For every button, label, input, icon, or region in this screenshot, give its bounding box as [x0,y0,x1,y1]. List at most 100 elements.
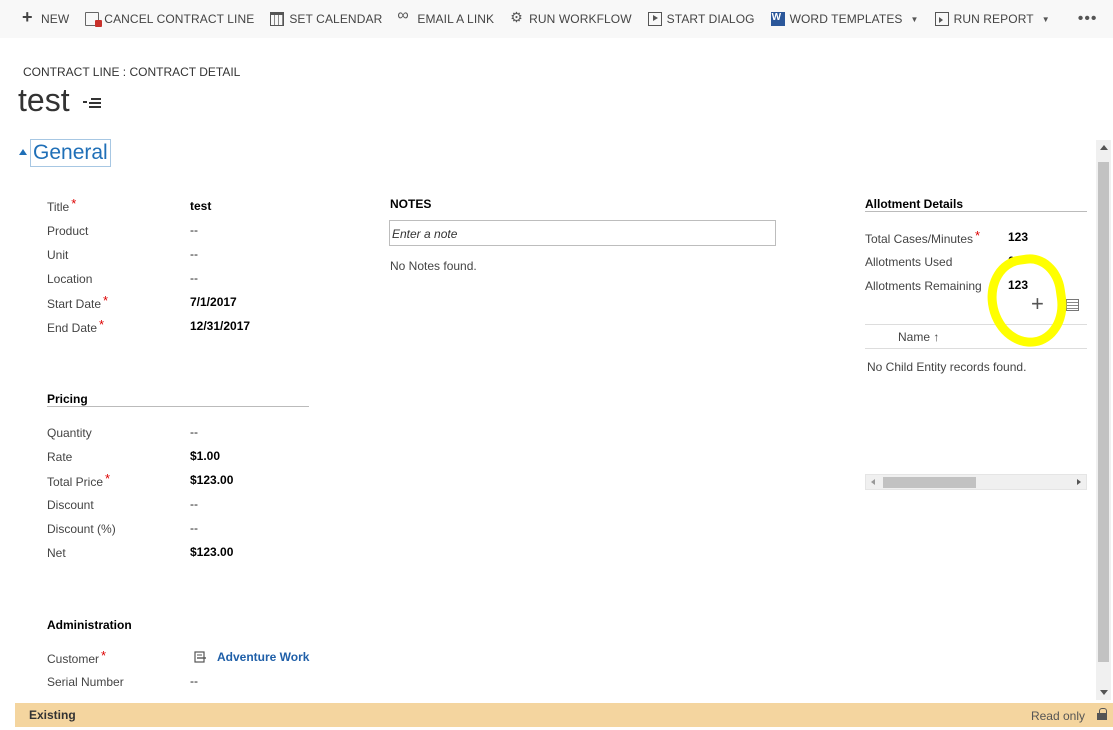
field-label-title: Title * [47,196,77,214]
link-icon [397,7,412,26]
field-value-location[interactable]: -- [190,271,198,285]
email-a-link-button[interactable]: EMAIL A LINK [390,0,502,38]
field-label-rate: Rate [47,450,73,464]
field-value-rate[interactable]: $1.00 [190,449,220,463]
required-icon: * [101,648,107,663]
label-text: Customer [47,652,100,666]
label-text: Start Date [47,297,102,311]
notes-empty-message: No Notes found. [390,259,477,273]
word-templates-button[interactable]: WORD TEMPLATES ▼ [763,0,927,38]
cancel-document-icon [85,12,103,27]
chevron-down-icon: ▼ [910,14,919,24]
cancel-contract-line-label: CANCEL CONTRACT LINE [104,12,255,26]
field-value-discount[interactable]: -- [190,497,198,511]
field-value-discount-percent[interactable]: -- [190,521,198,535]
menu-line [91,98,101,100]
calendar-icon [270,12,285,26]
run-workflow-button[interactable]: RUN WORKFLOW [502,0,640,38]
form-vertical-scrollbar[interactable] [1096,140,1111,700]
scroll-thumb[interactable] [883,477,976,488]
required-icon: * [975,228,981,243]
field-value-start-date[interactable]: 7/1/2017 [190,295,237,309]
required-icon: * [103,293,109,308]
scroll-up-icon[interactable] [1100,145,1108,150]
field-value-quantity[interactable]: -- [190,425,198,439]
field-label-discount-percent: Discount (%) [47,522,116,536]
form-selector-icon[interactable] [83,97,101,111]
administration-heading: Administration [47,618,132,632]
more-commands-button[interactable]: ••• [1058,0,1106,38]
record-status: Existing [29,708,76,722]
field-label-total-cases: Total Cases/Minutes * [865,228,981,246]
dialog-icon [647,12,662,26]
field-label-total-price: Total Price * [47,471,111,489]
field-value-end-date[interactable]: 12/31/2017 [190,319,250,333]
scroll-left-icon[interactable] [871,479,875,485]
menu-line [89,106,101,108]
new-button[interactable]: NEW [14,0,77,38]
grid-column-name[interactable]: Name ↑ [898,330,939,344]
field-value-serial-number[interactable]: -- [190,674,198,688]
required-icon: * [105,471,111,486]
breadcrumb: CONTRACT LINE : CONTRACT DETAIL [23,65,241,79]
customer-link[interactable]: Adventure Works (sample) [217,650,310,664]
required-icon: * [99,317,105,332]
field-label-unit: Unit [47,248,69,262]
field-value-total-cases[interactable]: 123 [1008,230,1028,244]
view-grid-icon[interactable] [1066,299,1079,311]
field-label-serial-number: Serial Number [47,675,124,689]
allotment-heading: Allotment Details [865,197,964,211]
scroll-right-icon[interactable] [1077,479,1081,485]
required-icon: * [71,196,77,211]
field-label-allotments-remaining: Allotments Remaining [865,279,982,293]
field-label-customer: Customer * [47,648,107,666]
set-calendar-button[interactable]: SET CALENDAR [262,0,390,38]
field-label-allotments-used: Allotments Used [865,255,953,269]
word-icon [770,12,785,26]
page-title: test [18,82,70,118]
scroll-thumb[interactable] [1098,162,1109,662]
field-label-product: Product [47,224,89,238]
pricing-heading: Pricing [47,392,88,406]
field-value-total-price[interactable]: $123.00 [190,473,233,487]
field-label-quantity: Quantity [47,426,92,440]
highlight-annotation [981,250,1073,352]
field-value-title[interactable]: test [190,199,211,213]
plus-icon [22,7,36,28]
run-report-button[interactable]: RUN REPORT ▼ [927,0,1058,38]
section-title-general[interactable]: General [30,139,111,167]
label-text: Total Price [47,475,104,489]
status-bar: Existing Read only [15,703,1113,727]
field-value-net[interactable]: $123.00 [190,545,233,559]
grid-horizontal-scrollbar[interactable] [865,474,1087,490]
field-value-product[interactable]: -- [190,223,198,237]
grid-header-divider [865,348,1087,349]
workflow-icon [510,9,524,26]
chevron-down-icon: ▼ [1041,14,1050,24]
label-text: End Date [47,321,98,335]
command-bar: NEW CANCEL CONTRACT LINE SET CALENDAR EM… [0,0,1113,38]
field-label-discount: Discount [47,498,94,512]
start-dialog-button[interactable]: START DIALOG [640,0,763,38]
menu-line [89,102,101,104]
report-icon [934,12,949,26]
grid-empty-message: No Child Entity records found. [867,360,1027,374]
note-input[interactable]: Enter a note [389,220,776,246]
label-text: Title [47,200,70,214]
new-button-label: NEW [41,12,70,26]
notes-heading: NOTES [390,197,432,211]
field-label-location: Location [47,272,93,286]
field-label-start-date: Start Date * [47,293,109,311]
cancel-contract-line-button[interactable]: CANCEL CONTRACT LINE [77,0,262,38]
email-a-link-label: EMAIL A LINK [417,12,495,26]
set-calendar-label: SET CALENDAR [289,12,383,26]
run-workflow-label: RUN WORKFLOW [529,12,632,26]
run-report-label: RUN REPORT [953,12,1034,26]
label-text: Total Cases/Minutes [865,232,974,246]
pricing-divider [47,406,309,407]
section-collapse-icon[interactable] [19,149,27,155]
scroll-down-icon[interactable] [1100,690,1108,695]
lock-icon [1097,708,1107,721]
start-dialog-label: START DIALOG [666,12,755,26]
field-value-unit[interactable]: -- [190,247,198,261]
